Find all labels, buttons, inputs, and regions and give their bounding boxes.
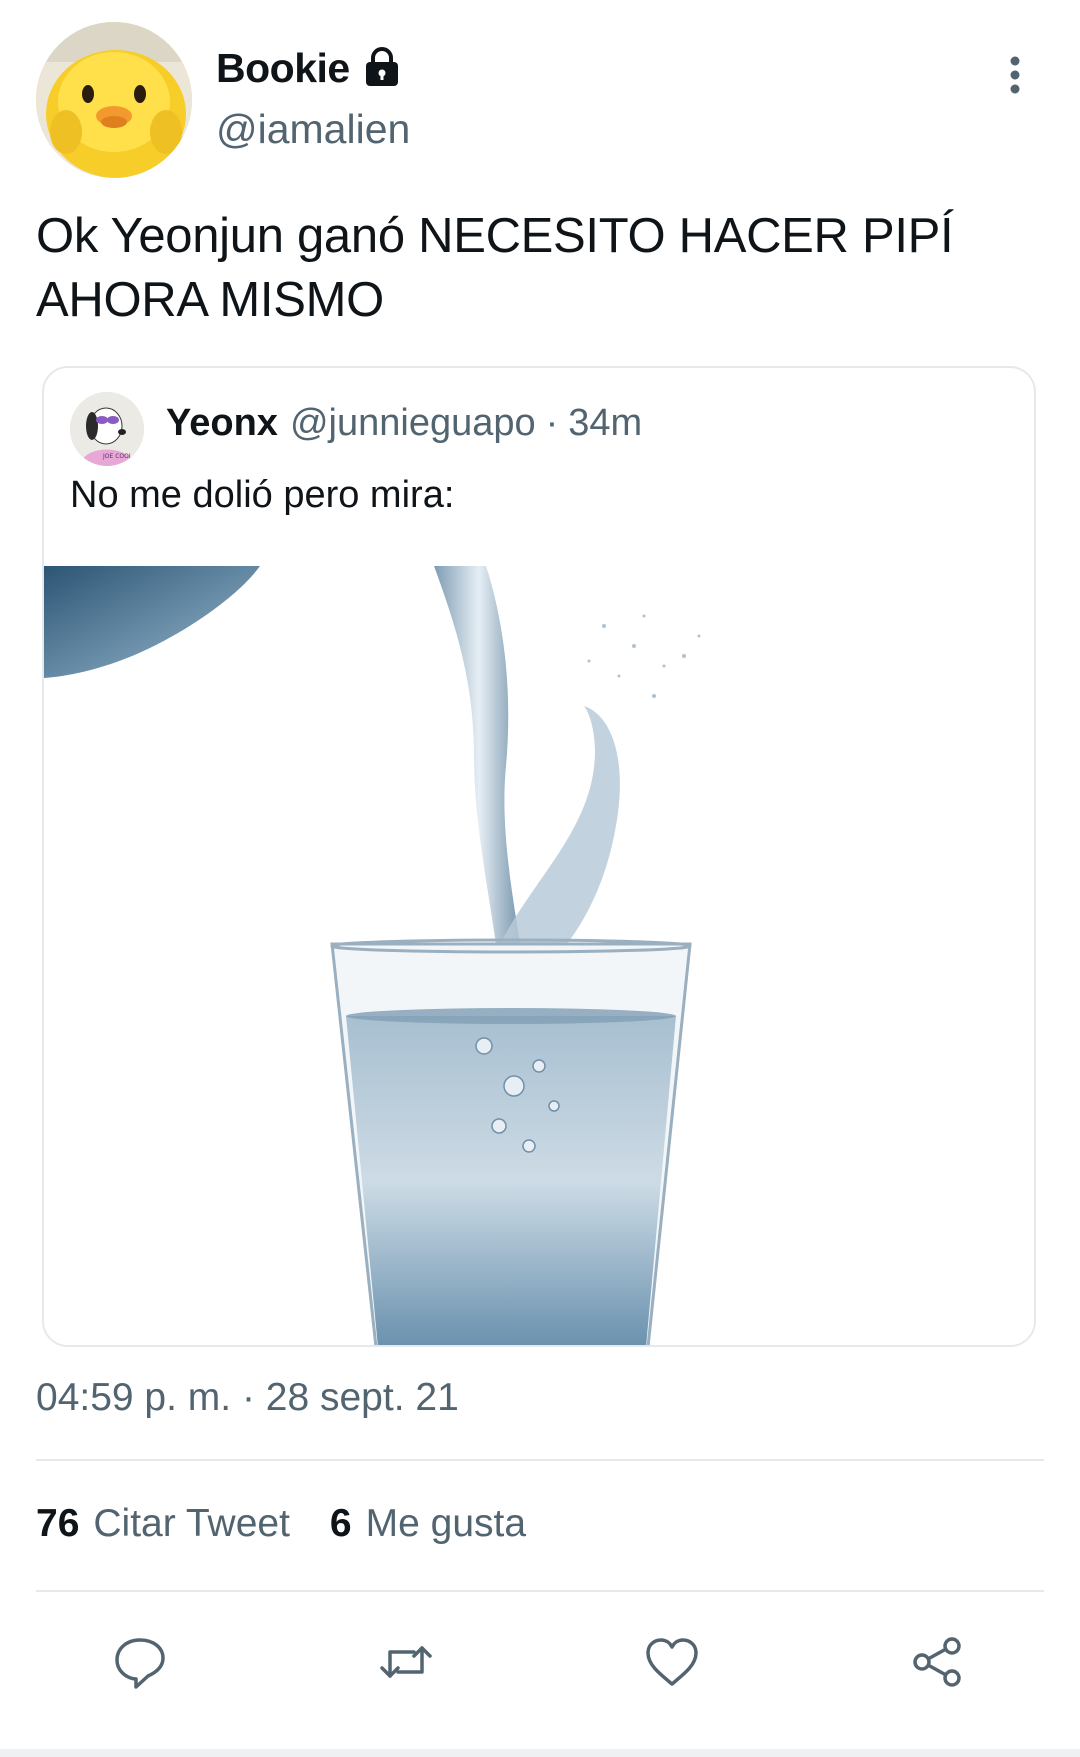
quoted-time[interactable]: 34m — [568, 402, 642, 445]
quoted-handle[interactable]: @junnieguapo — [290, 402, 536, 445]
tweet-text: Ok Yeonjun ganó NECESITO HACER PIPÍ AHOR… — [36, 209, 954, 327]
author-display-name[interactable]: Bookie — [216, 45, 350, 92]
tweet-timestamp[interactable]: 04:59 p. m. · 28 sept. 21 — [36, 1376, 459, 1420]
tweet-stats: 76 Citar Tweet 6 Me gusta — [36, 1502, 566, 1546]
avatar-caption: JOE COOL — [102, 453, 133, 460]
snoopy-avatar-image: JOE COOL — [70, 392, 144, 466]
quote-tweets-label: Citar Tweet — [93, 1502, 290, 1545]
quoted-tweet-card[interactable]: JOE COOL Yeonx @junnieguapo · 34m No me … — [42, 366, 1036, 1347]
retweet-icon — [380, 1646, 432, 1678]
author-name-row: Bookie — [216, 40, 404, 96]
quoted-tweet-media[interactable] — [44, 566, 1034, 1345]
quoted-separator: · — [545, 402, 559, 444]
more-vertical-icon — [1010, 56, 1020, 94]
reply-button[interactable] — [108, 1630, 172, 1694]
quoted-tweet-text: No me dolió pero mira: — [70, 474, 455, 516]
divider — [36, 1590, 1044, 1592]
quoted-author-avatar[interactable]: JOE COOL — [70, 392, 144, 466]
more-options-button[interactable] — [990, 52, 1040, 98]
reply-icon — [115, 1638, 165, 1689]
lock-icon — [365, 47, 398, 86]
likes-count: 6 — [329, 1502, 352, 1545]
like-icon — [646, 1638, 698, 1686]
chick-plush-avatar-image — [36, 22, 192, 178]
share-icon — [913, 1637, 961, 1687]
quoted-tweet-header: Yeonx @junnieguapo · 34m — [166, 402, 642, 445]
likes-stat[interactable]: 6 Me gusta — [330, 1502, 526, 1546]
quote-tweets-stat[interactable]: 76 Citar Tweet — [36, 1502, 290, 1546]
author-avatar[interactable] — [36, 22, 192, 178]
quoted-display-name[interactable]: Yeonx — [166, 402, 278, 445]
share-button[interactable] — [906, 1630, 970, 1694]
quote-tweets-count: 76 — [36, 1502, 80, 1545]
water-glass-image — [44, 566, 1034, 1345]
bottom-edge — [0, 1749, 1080, 1757]
likes-label: Me gusta — [365, 1502, 527, 1545]
retweet-button[interactable] — [374, 1630, 438, 1694]
author-handle[interactable]: @iamalien — [216, 106, 410, 153]
divider — [36, 1459, 1044, 1461]
like-button[interactable] — [640, 1630, 704, 1694]
